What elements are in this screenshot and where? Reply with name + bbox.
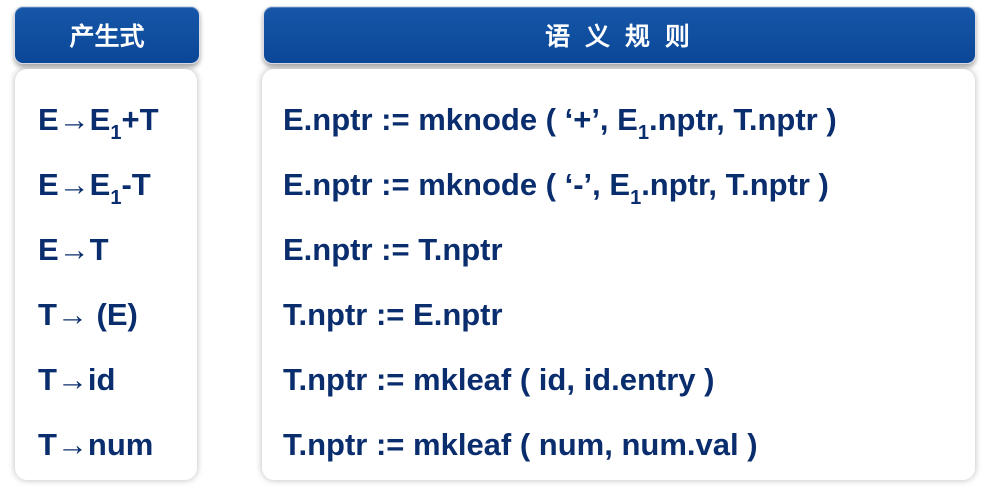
production-row: E→T xyxy=(38,232,109,267)
rule-row: T.nptr := E.nptr xyxy=(283,297,503,332)
rule-row: T.nptr := mkleaf ( num, num.val ) xyxy=(283,427,758,462)
semantic-rules-header: 语 义 规 则 xyxy=(263,6,976,64)
production-row: T→num xyxy=(38,427,154,462)
productions-header: 产生式 xyxy=(14,6,200,64)
rule-row: E.nptr := mknode ( ‘+’, E1.nptr, T.nptr … xyxy=(283,102,837,144)
production-row: E→E1-T xyxy=(38,167,151,209)
productions-panel: E→E1+T E→E1-T E→T T→ (E) T→id T→num xyxy=(15,69,197,480)
production-row: T→ (E) xyxy=(38,297,138,332)
semantic-rules-panel: E.nptr := mknode ( ‘+’, E1.nptr, T.nptr … xyxy=(262,69,975,480)
production-row: E→E1+T xyxy=(38,102,159,144)
rule-row: T.nptr := mkleaf ( id, id.entry ) xyxy=(283,362,715,397)
rule-row: E.nptr := mknode ( ‘-’, E1.nptr, T.nptr … xyxy=(283,167,829,209)
productions-header-label: 产生式 xyxy=(69,23,145,51)
rule-row: E.nptr := T.nptr xyxy=(283,232,503,267)
semantic-rules-header-label: 语 义 规 则 xyxy=(545,23,694,51)
production-row: T→id xyxy=(38,362,116,397)
